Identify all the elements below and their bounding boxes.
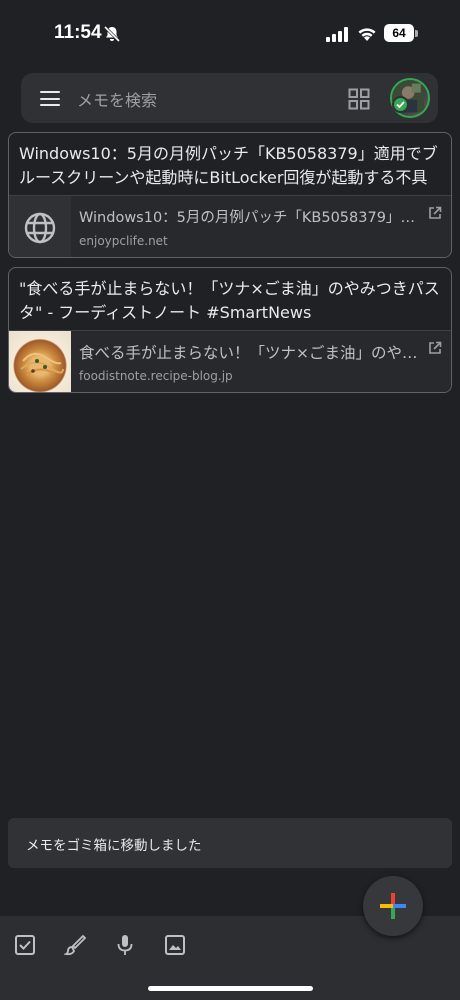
plus-icon <box>380 893 406 919</box>
checkbox-icon[interactable] <box>14 934 36 956</box>
link-title: Windows10：5月の月例パッチ「KB5058379」適用でブルー <box>79 210 419 226</box>
wifi-icon <box>358 28 376 41</box>
pasta-image <box>20 352 64 376</box>
create-note-button[interactable] <box>363 876 423 936</box>
grid-view-icon[interactable] <box>348 88 370 110</box>
status-bar: 11:54 64 <box>0 0 460 66</box>
link-preview[interactable]: 食べる手が止まらない！「ツナ×ごま油」のやみつき foodistnote.rec… <box>9 330 451 392</box>
snackbar: メモをゴミ箱に移動しました <box>8 818 452 868</box>
verified-check-icon <box>392 96 409 113</box>
mic-icon[interactable] <box>114 934 136 956</box>
link-thumbnail <box>9 196 71 257</box>
link-title: 食べる手が止まらない！「ツナ×ごま油」のやみつき <box>79 344 419 362</box>
brush-icon[interactable] <box>64 934 86 956</box>
status-time: 11:54 <box>54 22 102 43</box>
note-title: "食べる手が止まらない！「ツナ×ごま油」のやみつきパスタ" - フーディストノー… <box>19 279 440 322</box>
open-in-new-icon[interactable] <box>428 341 442 355</box>
link-domain: foodistnote.recipe-blog.jp <box>79 369 233 383</box>
battery-indicator: 64 <box>384 24 414 42</box>
menu-icon[interactable] <box>40 91 60 106</box>
battery-tip <box>415 30 418 37</box>
snackbar-message: メモをゴミ箱に移動しました <box>26 838 202 854</box>
link-domain: enjoypclife.net <box>79 234 168 248</box>
search-input[interactable]: メモを検索 <box>77 87 157 111</box>
note-title: Windows10：5月の月例パッチ「KB5058379」適用でブルースクリーン… <box>19 144 438 187</box>
home-indicator[interactable] <box>148 986 313 991</box>
note-card[interactable]: Windows10：5月の月例パッチ「KB5058379」適用でブルースクリーン… <box>8 132 452 258</box>
link-preview[interactable]: Windows10：5月の月例パッチ「KB5058379」適用でブルー enjo… <box>9 195 451 257</box>
signal-icon <box>326 27 348 42</box>
pasta-thumbnail <box>9 331 71 392</box>
bell-off-icon <box>103 25 121 43</box>
search-bar[interactable]: メモを検索 <box>21 73 438 123</box>
note-card[interactable]: "食べる手が止まらない！「ツナ×ごま油」のやみつきパスタ" - フーディストノー… <box>8 267 452 393</box>
open-in-new-icon[interactable] <box>428 206 442 220</box>
globe-icon <box>24 212 56 244</box>
image-icon[interactable] <box>164 934 186 956</box>
